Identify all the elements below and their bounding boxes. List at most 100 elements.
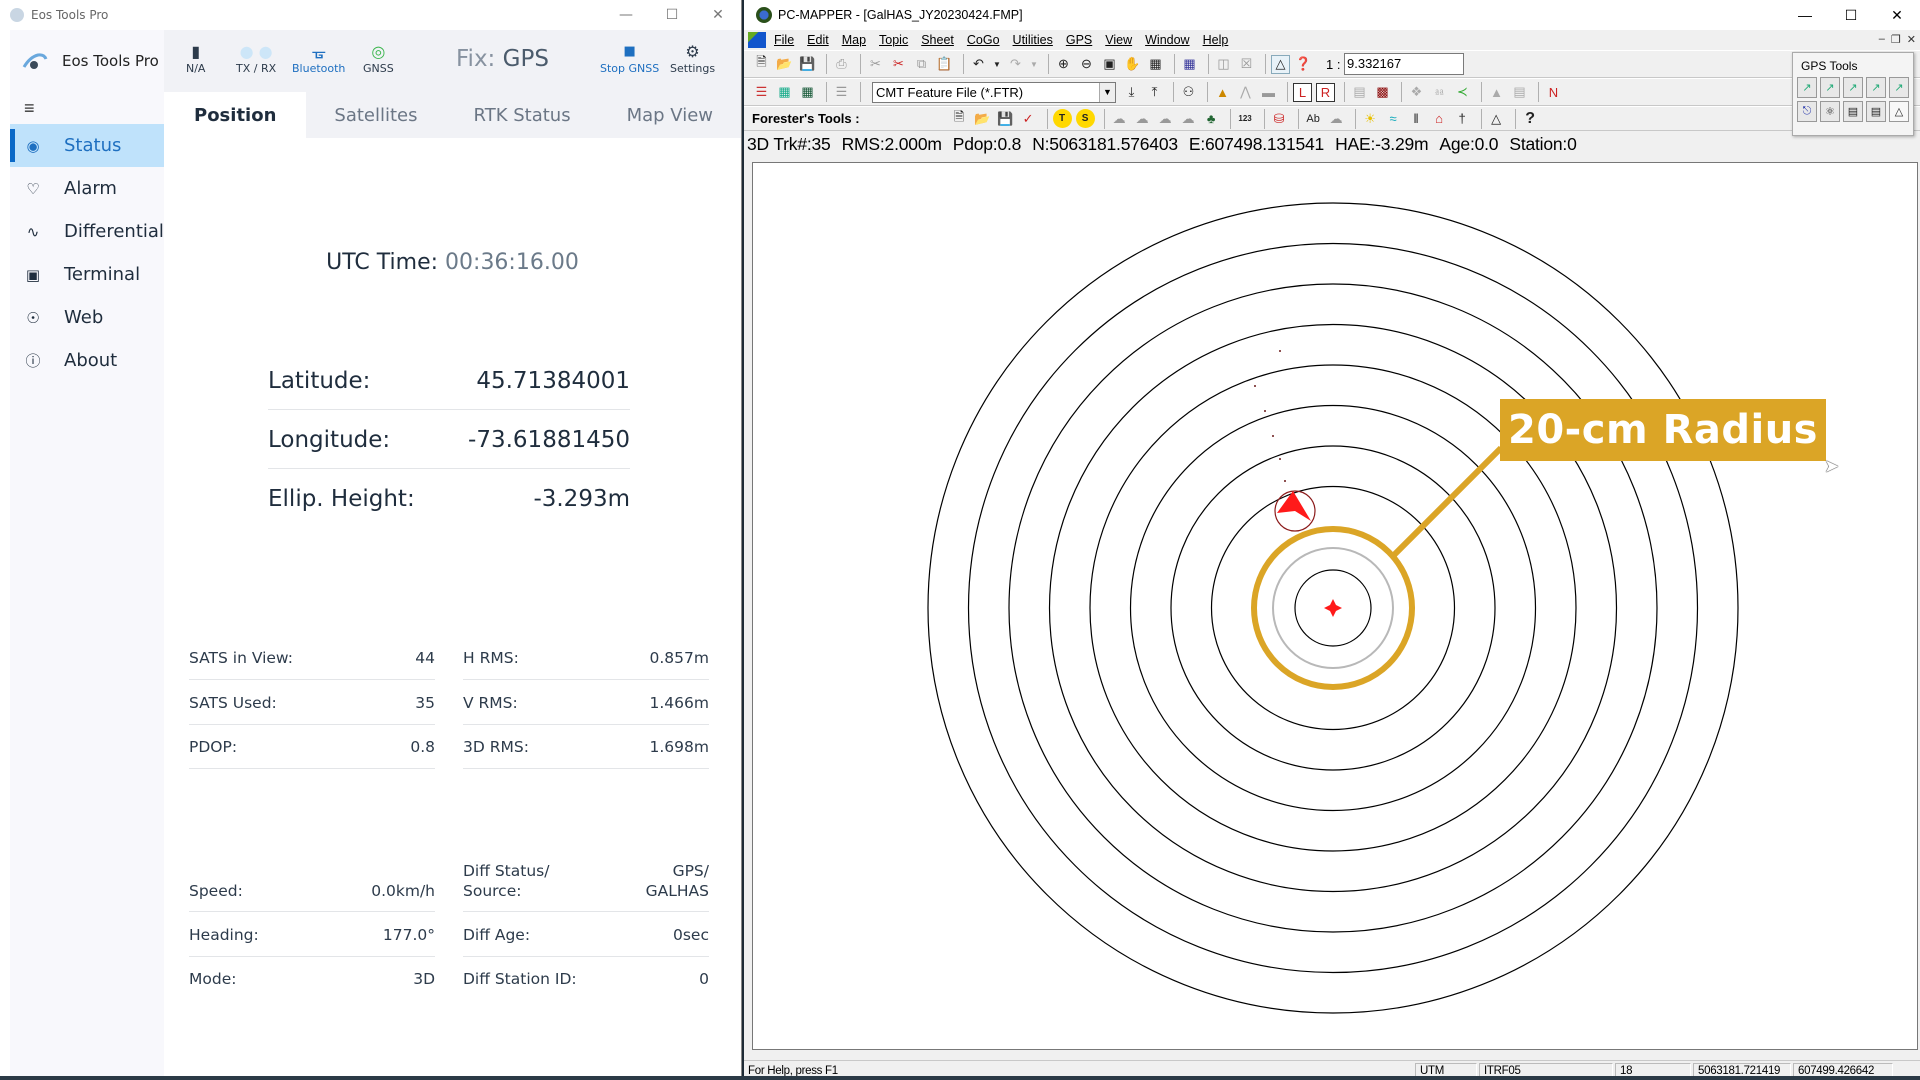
stream-icon[interactable]: ≈ (1384, 109, 1403, 128)
cloud-4-icon[interactable]: ☁ (1327, 109, 1346, 128)
numbering-icon[interactable]: 123 (1236, 109, 1255, 128)
zoom-in-icon[interactable]: ⊕ (1054, 55, 1073, 74)
close-button[interactable]: ✕ (1874, 0, 1920, 30)
feature-file-select[interactable]: CMT Feature File (*.FTR) ▼ (872, 81, 1116, 103)
undo-icon[interactable]: ↶ (969, 55, 988, 74)
survey-icon[interactable]: ▲ (1213, 83, 1232, 102)
save-icon[interactable]: 💾 (996, 109, 1015, 128)
attributes-icon[interactable]: ⚇ (1179, 83, 1198, 102)
settings-button[interactable]: ⚙ Settings (670, 42, 715, 75)
sidebar-item-alarm[interactable]: ♡ Alarm (10, 167, 164, 210)
polyline-icon[interactable]: N (1544, 83, 1563, 102)
hamburger-menu-button[interactable]: ≡ (10, 92, 164, 124)
menu-gps[interactable]: GPS (1066, 33, 1092, 47)
help-icon[interactable]: ? (1521, 109, 1540, 128)
scale-input[interactable]: 9.332167 (1344, 53, 1464, 75)
tab-map-view[interactable]: Map View (599, 92, 741, 138)
sun-icon[interactable]: ☀ (1361, 109, 1380, 128)
copy-icon[interactable]: ⧉ (912, 55, 931, 74)
gnss-status[interactable]: ◎ GNSS (363, 42, 394, 75)
stop-gnss-button[interactable]: ■ Stop GNSS (600, 42, 659, 75)
cut-feature-icon[interactable]: ✂ (889, 55, 908, 74)
gps-receiver-n-icon[interactable]: ▤ (1866, 101, 1886, 122)
new-icon[interactable]: 🗎 (950, 109, 969, 128)
layer-list-icon[interactable]: ☰ (752, 83, 771, 102)
gps-south-3-icon[interactable]: ↗ (1889, 77, 1909, 98)
building-icon[interactable]: ⌂ (1430, 109, 1449, 128)
table-view-icon[interactable]: ▦ (798, 83, 817, 102)
menu-cogo[interactable]: CoGo (967, 33, 1000, 47)
tab-position[interactable]: Position (164, 92, 307, 138)
cloud-icon[interactable]: ☁ (1110, 109, 1129, 128)
menu-utilities[interactable]: Utilities (1013, 33, 1053, 47)
bars-icon[interactable]: ▬ (1259, 83, 1278, 102)
menu-topic[interactable]: Topic (879, 33, 908, 47)
maximize-button[interactable]: ☐ (1828, 0, 1874, 30)
redo-dropdown-icon[interactable]: ▼ (1029, 55, 1039, 74)
map-canvas[interactable] (752, 162, 1918, 1050)
fence-icon[interactable]: † (1453, 109, 1472, 128)
road-icon[interactable]: ‖ (1407, 109, 1426, 128)
tab-satellites[interactable]: Satellites (306, 92, 445, 138)
tab-rtk-status[interactable]: RTK Status (446, 92, 599, 138)
menu-view[interactable]: View (1105, 33, 1132, 47)
menu-sheet[interactable]: Sheet (921, 33, 954, 47)
tree-t-icon[interactable]: T (1052, 109, 1072, 128)
minimize-button[interactable]: — (1782, 0, 1828, 30)
mdi-close-button[interactable]: ✕ (1907, 33, 1916, 46)
bluetooth-button[interactable]: ᚗ Bluetooth (292, 42, 345, 75)
map-view-icon[interactable]: ▦ (775, 83, 794, 102)
zoom-all-icon[interactable]: ▦ (1146, 55, 1165, 74)
gps-south-icon[interactable]: ↗ (1820, 77, 1840, 98)
cloud-2-icon[interactable]: ☁ (1156, 109, 1175, 128)
info-tool-icon[interactable]: ▦ (1180, 55, 1199, 74)
pan-hand-icon[interactable]: ✋ (1123, 55, 1142, 74)
zoom-extent-icon[interactable]: ▣ (1100, 55, 1119, 74)
save-icon[interactable]: 💾 (798, 55, 817, 74)
sidebar-item-status[interactable]: ◉ Status (10, 124, 164, 167)
new-file-icon[interactable]: 🗎 (752, 54, 771, 74)
list-view-icon[interactable]: ☰ (832, 83, 851, 102)
minimize-button[interactable]: — (603, 0, 649, 30)
gps-south-2-icon[interactable]: ↗ (1866, 77, 1886, 98)
menu-edit[interactable]: Edit (807, 33, 829, 47)
zoom-out-icon[interactable]: ⊖ (1077, 55, 1096, 74)
tree-tag-icon[interactable]: ♣ (1202, 109, 1221, 128)
measure-icon[interactable]: △ (1487, 109, 1506, 128)
mdi-restore-button[interactable]: ❐ (1891, 33, 1901, 46)
database-icon[interactable]: ⛁ (1270, 109, 1289, 128)
delete-column-icon[interactable]: ☒ (1237, 55, 1256, 74)
sidebar-item-about[interactable]: ⓘ About (10, 339, 164, 382)
sidebar-item-web[interactable]: ☉ Web (10, 296, 164, 339)
close-button[interactable]: ✕ (695, 0, 741, 30)
gps-receiver-icon[interactable]: ▤ (1843, 101, 1863, 122)
mdi-minimize-button[interactable]: – (1879, 33, 1885, 46)
gps-south-l-icon[interactable]: ↗ (1843, 77, 1863, 98)
check-doc-icon[interactable]: ✓ (1019, 109, 1038, 128)
import-icon[interactable]: ⤓ (1122, 83, 1141, 102)
frame-icon[interactable]: ▤ (1350, 83, 1369, 102)
label-ab-icon[interactable]: Ab (1304, 109, 1323, 128)
gps-north-icon[interactable]: ↗ (1797, 77, 1817, 98)
maximize-button[interactable]: ☐ (649, 0, 695, 30)
form-icon[interactable]: ▤ (1510, 83, 1529, 102)
cut-icon[interactable]: ✂ (866, 55, 885, 74)
menu-file[interactable]: File (774, 33, 794, 47)
layer-r-icon[interactable]: R (1316, 82, 1335, 102)
gps-light-icon[interactable]: △ (1889, 101, 1909, 122)
layer-l-icon[interactable]: L (1293, 82, 1312, 102)
paste-icon[interactable]: 📋 (935, 55, 954, 74)
undo-dropdown-icon[interactable]: ▼ (992, 55, 1002, 74)
sidebar-item-differential[interactable]: ∿ Differential (10, 210, 164, 253)
export-icon[interactable]: ⤒ (1145, 83, 1164, 102)
menu-window[interactable]: Window (1145, 33, 1189, 47)
insert-column-icon[interactable]: ◫ (1214, 55, 1233, 74)
print-icon[interactable]: ⎙ (832, 55, 851, 74)
menu-help[interactable]: Help (1203, 33, 1229, 47)
cloud-3-icon[interactable]: ☁ (1179, 109, 1198, 128)
sidebar-item-terminal[interactable]: ▣ Terminal (10, 253, 164, 296)
antenna-icon[interactable]: ❖ (1407, 83, 1426, 102)
open-folder-icon[interactable]: 📂 (775, 55, 794, 74)
menu-map[interactable]: Map (842, 33, 866, 47)
grid-tree-icon[interactable]: ▩ (1373, 83, 1392, 102)
